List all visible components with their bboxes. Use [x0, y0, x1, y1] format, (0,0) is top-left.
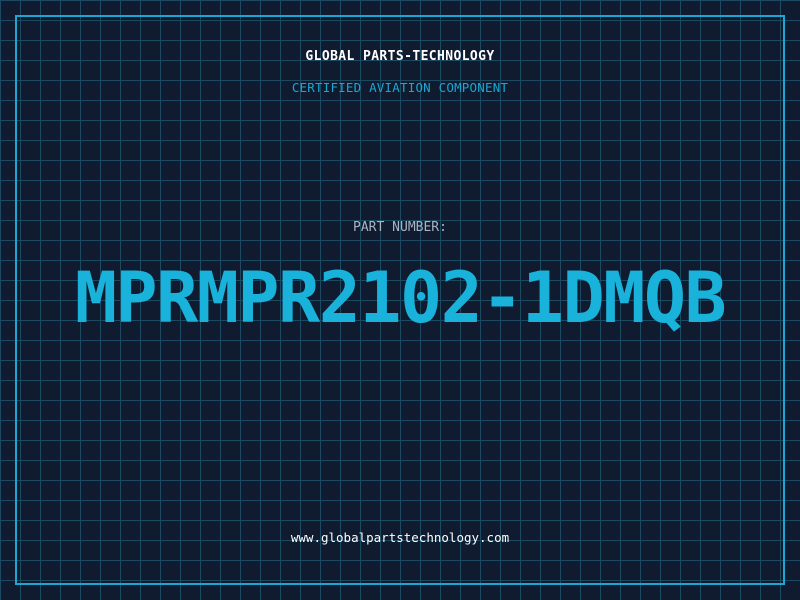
website-url: www.globalpartstechnology.com — [290, 530, 510, 545]
company-name: GLOBAL PARTS-TECHNOLOGY — [305, 49, 495, 64]
certification-subtitle: CERTIFIED AVIATION COMPONENT — [291, 80, 509, 95]
part-number-value: MPRMPR2102-1DMQB — [74, 257, 727, 339]
part-number-label: PART NUMBER: — [353, 220, 447, 235]
part-card: GLOBAL PARTS-TECHNOLOGY CERTIFIED AVIATI… — [0, 0, 800, 600]
